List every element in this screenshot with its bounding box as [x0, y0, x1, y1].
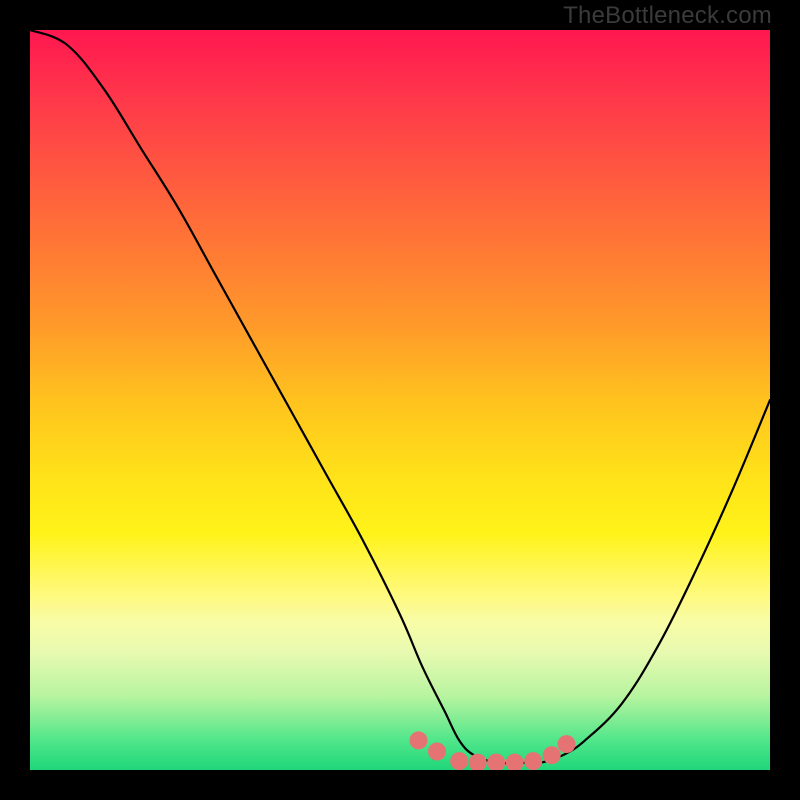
curve-marker — [506, 754, 524, 770]
curve-marker — [558, 735, 576, 753]
bottleneck-curve — [30, 30, 770, 763]
curve-marker — [450, 752, 468, 770]
curve-marker — [543, 746, 561, 764]
chart-frame: TheBottleneck.com — [0, 0, 800, 800]
curve-marker — [410, 731, 428, 749]
curve-marker — [469, 754, 487, 770]
curve-marker — [428, 743, 446, 761]
curve-marker — [524, 752, 542, 770]
curve-markers — [410, 731, 576, 770]
plot-area — [30, 30, 770, 770]
curve-marker — [487, 754, 505, 770]
watermark-text: TheBottleneck.com — [563, 2, 772, 30]
chart-svg — [30, 30, 770, 770]
